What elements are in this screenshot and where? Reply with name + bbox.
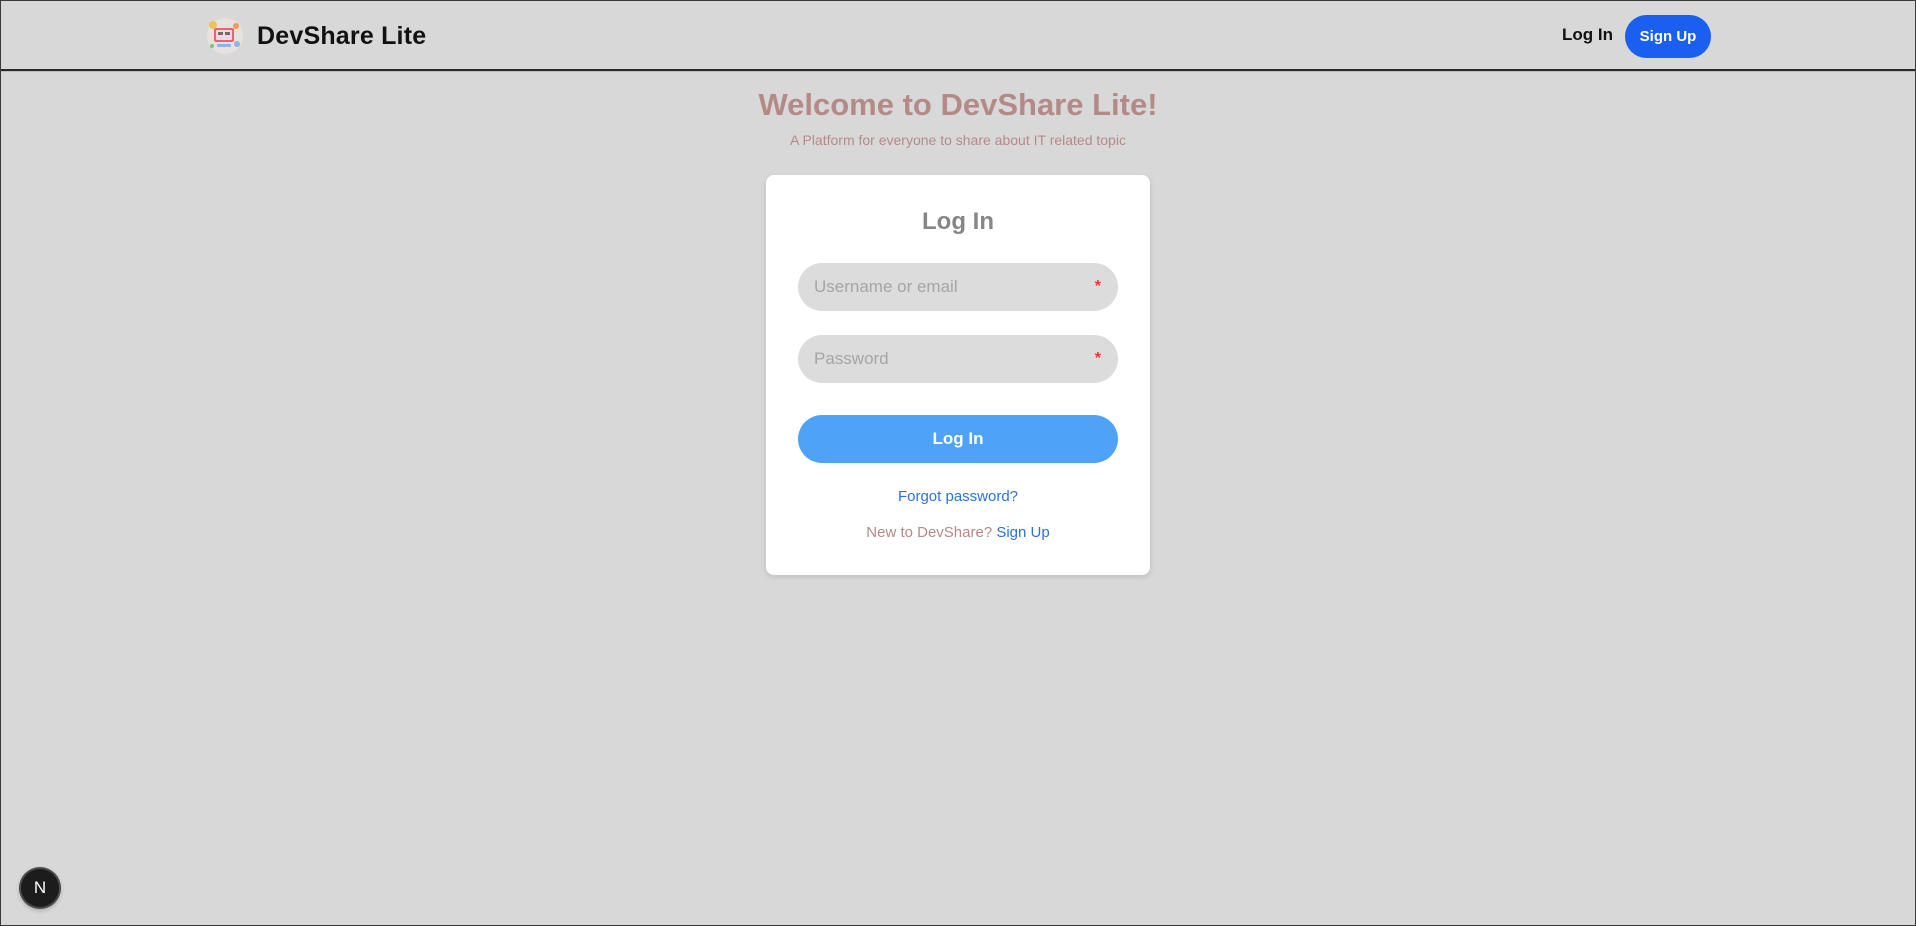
password-input[interactable] — [814, 335, 1074, 383]
login-submit-button[interactable]: Log In — [798, 415, 1118, 463]
nextjs-badge-letter: N — [33, 878, 47, 897]
app-window: DevShare Lite Log In Sign Up Welcome to … — [0, 0, 1916, 926]
login-card-title: Log In — [922, 208, 994, 235]
password-field[interactable]: * — [798, 335, 1118, 383]
brand[interactable]: DevShare Lite — [205, 16, 426, 56]
password-required-marker: * — [1094, 350, 1101, 367]
forgot-password-link[interactable]: Forgot password? — [898, 488, 1018, 505]
signup-link[interactable]: Sign Up — [996, 524, 1049, 541]
username-input[interactable] — [814, 263, 1074, 311]
signup-prompt-row: New to DevShare? Sign Up — [766, 524, 1150, 541]
welcome-title: Welcome to DevShare Lite! — [758, 87, 1158, 122]
top-navbar: DevShare Lite Log In Sign Up — [1, 1, 1915, 71]
nav-signup-button[interactable]: Sign Up — [1625, 15, 1711, 58]
username-required-marker: * — [1094, 278, 1101, 295]
brand-name: DevShare Lite — [257, 21, 427, 50]
forgot-password-row: Forgot password? — [766, 488, 1150, 505]
username-field[interactable]: * — [798, 263, 1118, 311]
devshare-logo-icon — [205, 16, 245, 56]
nextjs-dev-badge[interactable]: N — [21, 869, 59, 907]
nav-login-link[interactable]: Log In — [1562, 25, 1613, 45]
welcome-subtitle: A Platform for everyone to share about I… — [790, 132, 1126, 148]
login-card: Log In * * Log In Forgot password? New t… — [766, 175, 1150, 575]
signup-prompt-text: New to DevShare? — [866, 524, 993, 541]
